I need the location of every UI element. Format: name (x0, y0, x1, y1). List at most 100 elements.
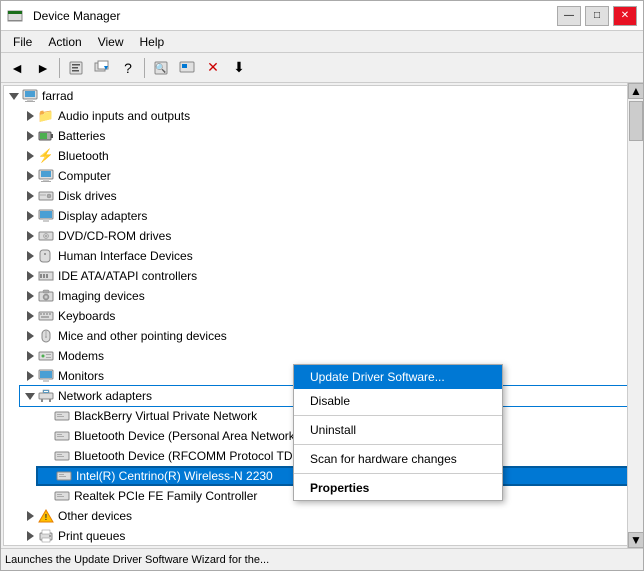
menu-view[interactable]: View (90, 33, 132, 50)
tree-other[interactable]: ! Other devices (20, 506, 640, 526)
ide-expand[interactable] (22, 268, 38, 284)
toolbar-download[interactable]: ⬇ (227, 56, 251, 80)
status-bar: Launches the Update Driver Software Wiza… (1, 548, 643, 570)
tree-print[interactable]: Print queues (20, 526, 640, 546)
dvd-icon (38, 228, 54, 244)
batteries-label: Batteries (58, 129, 105, 143)
dvd-label: DVD/CD-ROM drives (58, 229, 171, 243)
imaging-icon (38, 288, 54, 304)
tree-ide[interactable]: IDE ATA/ATAPI controllers (20, 266, 640, 286)
other-expand[interactable] (22, 508, 38, 524)
toolbar-device-manager[interactable] (175, 56, 199, 80)
bluetooth-label: Bluetooth (58, 149, 109, 163)
hid-icon (38, 248, 54, 264)
monitors-icon (38, 368, 54, 384)
vertical-scrollbar[interactable]: ▲ ▼ (627, 83, 643, 548)
root-label: farrad (42, 89, 73, 103)
tree-hid[interactable]: Human Interface Devices (20, 246, 640, 266)
imaging-expand[interactable] (22, 288, 38, 304)
print-expand[interactable] (22, 528, 38, 544)
mice-label: Mice and other pointing devices (58, 329, 227, 343)
toolbar: ◄ ► ? 🔍 (1, 53, 643, 83)
context-menu: Update Driver Software... Disable Uninst… (293, 364, 503, 501)
disk-expand[interactable] (22, 188, 38, 204)
tree-computer[interactable]: Computer (20, 166, 640, 186)
network-icon (38, 388, 54, 404)
bt-pan-label: Bluetooth Device (Personal Area Network) (74, 429, 299, 443)
ctx-sep-2 (294, 444, 502, 445)
menu-file[interactable]: File (5, 33, 40, 50)
ctx-update-driver[interactable]: Update Driver Software... (294, 365, 502, 389)
title-left: Device Manager (7, 8, 120, 24)
ide-icon (38, 268, 54, 284)
batteries-expand[interactable] (22, 128, 38, 144)
ide-label: IDE ATA/ATAPI controllers (58, 269, 197, 283)
tree-bluetooth[interactable]: ⚡ Bluetooth (20, 146, 640, 166)
ctx-uninstall[interactable]: Uninstall (294, 418, 502, 442)
toolbar-back[interactable]: ◄ (5, 56, 29, 80)
keyboards-expand[interactable] (22, 308, 38, 324)
display-label: Display adapters (58, 209, 147, 223)
network-expand[interactable] (22, 388, 38, 404)
toolbar-sep-1 (59, 58, 60, 78)
other-label: Other devices (58, 509, 132, 523)
bluetooth-expand[interactable] (22, 148, 38, 164)
device-manager-window: Device Manager — □ ✕ File Action View He… (0, 0, 644, 571)
ctx-scan-label: Scan for hardware changes (310, 452, 457, 466)
toolbar-properties[interactable] (64, 56, 88, 80)
tree-imaging[interactable]: Imaging devices (20, 286, 640, 306)
status-text: Launches the Update Driver Software Wiza… (5, 554, 269, 566)
tree-mice[interactable]: Mice and other pointing devices (20, 326, 640, 346)
display-expand[interactable] (22, 208, 38, 224)
tree-audio[interactable]: 📁 Audio inputs and outputs (20, 106, 640, 126)
modems-expand[interactable] (22, 348, 38, 364)
toolbar-scan[interactable]: 🔍 (149, 56, 173, 80)
maximize-button[interactable]: □ (585, 6, 609, 26)
tree-root[interactable]: farrad (4, 86, 640, 106)
intel-wifi-icon (56, 468, 72, 484)
mice-expand[interactable] (22, 328, 38, 344)
toolbar-remove[interactable]: ✕ (201, 56, 225, 80)
tree-keyboards[interactable]: Keyboards (20, 306, 640, 326)
bt-rfcomm-expand (38, 448, 54, 464)
intel-wifi-expand (40, 468, 56, 484)
keyboards-label: Keyboards (58, 309, 115, 323)
hid-expand[interactable] (22, 248, 38, 264)
toolbar-forward[interactable]: ► (31, 56, 55, 80)
menu-help[interactable]: Help (132, 33, 173, 50)
blackberry-label: BlackBerry Virtual Private Network (74, 409, 257, 423)
tree-view[interactable]: farrad 📁 Audio inputs and outputs (3, 85, 641, 546)
tree-display[interactable]: Display adapters (20, 206, 640, 226)
tree-modems[interactable]: Modems (20, 346, 640, 366)
menu-action[interactable]: Action (40, 33, 89, 50)
realtek-expand (38, 488, 54, 504)
title-controls: — □ ✕ (557, 6, 637, 26)
intel-wifi-label: Intel(R) Centrino(R) Wireless-N 2230 (76, 469, 273, 483)
root-expand[interactable] (6, 88, 22, 104)
toolbar-sep-2 (144, 58, 145, 78)
tree-batteries[interactable]: Batteries (20, 126, 640, 146)
tree-dvd[interactable]: DVD/CD-ROM drives (20, 226, 640, 246)
computer-expand[interactable] (22, 168, 38, 184)
menu-bar: File Action View Help (1, 31, 643, 53)
close-button[interactable]: ✕ (613, 6, 637, 26)
toolbar-help[interactable]: ? (116, 56, 140, 80)
ctx-disable[interactable]: Disable (294, 389, 502, 413)
dvd-expand[interactable] (22, 228, 38, 244)
ctx-properties-label: Properties (310, 481, 369, 495)
tree-disk[interactable]: Disk drives (20, 186, 640, 206)
svg-text:🔍: 🔍 (155, 62, 166, 73)
bt-rfcomm-icon (54, 448, 70, 464)
scroll-up-btn[interactable]: ▲ (628, 83, 643, 99)
print-label: Print queues (58, 529, 125, 543)
ctx-sep-1 (294, 415, 502, 416)
scroll-down-btn[interactable]: ▼ (628, 532, 643, 548)
toolbar-update-driver[interactable] (90, 56, 114, 80)
ctx-scan[interactable]: Scan for hardware changes (294, 447, 502, 471)
scroll-thumb[interactable] (629, 101, 643, 141)
ctx-properties[interactable]: Properties (294, 476, 502, 500)
minimize-button[interactable]: — (557, 6, 581, 26)
audio-expand[interactable] (22, 108, 38, 124)
realtek-icon (54, 488, 70, 504)
monitors-expand[interactable] (22, 368, 38, 384)
